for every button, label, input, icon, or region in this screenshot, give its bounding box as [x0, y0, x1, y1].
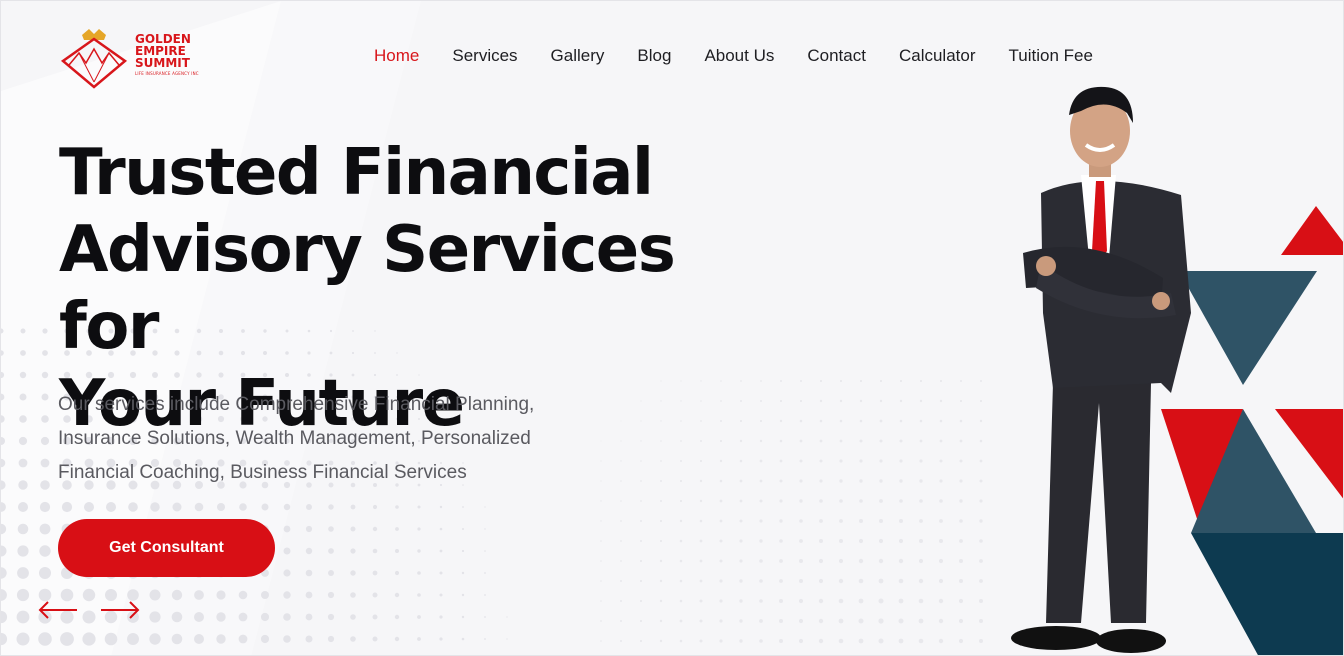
brand-tagline: LIFE INSURANCE AGENCY INC — [135, 71, 199, 76]
red-triangle-top — [1281, 206, 1343, 255]
nav-calculator[interactable]: Calculator — [899, 46, 976, 66]
nav-home[interactable]: Home — [374, 46, 419, 66]
brand-line3: SUMMIT — [135, 56, 190, 70]
hero-subtitle: Our services include Comprehensive Finan… — [58, 394, 535, 483]
nav-tuition-fee[interactable]: Tuition Fee — [1009, 46, 1093, 66]
diamond-crown-logo-icon — [60, 29, 128, 89]
hero-title-line1: Trusted Financial — [59, 136, 654, 210]
nav-about-us[interactable]: About Us — [704, 46, 774, 66]
get-consultant-button[interactable]: Get Consultant — [58, 519, 275, 577]
brand-logo[interactable]: GOLDEN EMPIRE SUMMIT LIFE INSURANCE AGEN… — [59, 27, 209, 89]
brand-wordmark: GOLDEN EMPIRE SUMMIT LIFE INSURANCE AGEN… — [135, 33, 199, 77]
landing-page: GOLDEN EMPIRE SUMMIT LIFE INSURANCE AGEN… — [0, 0, 1344, 656]
navy-triangle-bottom — [1191, 533, 1343, 655]
hero-title-line2: Advisory Services for — [59, 213, 676, 364]
nav-blog[interactable]: Blog — [637, 46, 671, 66]
nav-gallery[interactable]: Gallery — [551, 46, 605, 66]
nav-contact[interactable]: Contact — [807, 46, 866, 66]
main-nav: Home Services Gallery Blog About Us Cont… — [374, 46, 1126, 66]
arrow-right-icon[interactable] — [99, 599, 141, 621]
arrow-left-icon[interactable] — [37, 599, 79, 621]
nav-services[interactable]: Services — [452, 46, 517, 66]
advisor-photo — [1011, 86, 1191, 653]
